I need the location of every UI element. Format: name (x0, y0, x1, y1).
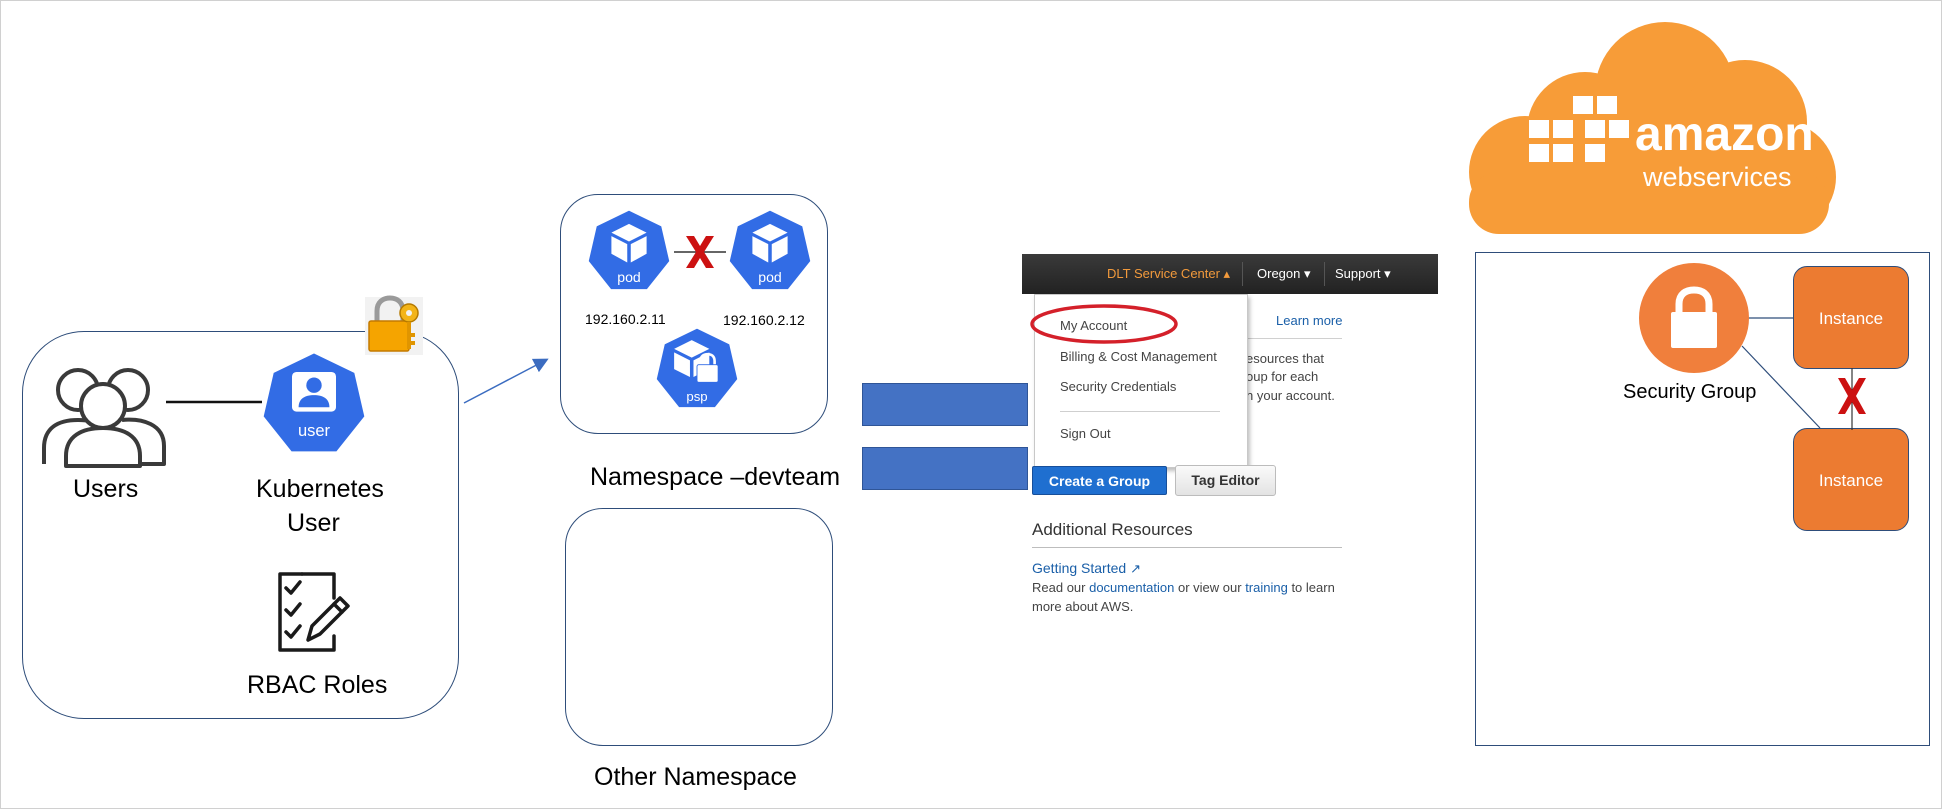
desc-to-learn: to learn (1287, 580, 1335, 595)
users-icon (42, 368, 166, 468)
instance-box-1: Instance (1793, 266, 1909, 369)
pod-icon-1: pod (586, 208, 672, 291)
psp-icon: psp (654, 326, 740, 409)
console-divider (1246, 338, 1342, 339)
other-namespace-label: Other Namespace (594, 763, 797, 791)
pod1-text: pod (617, 269, 641, 285)
additional-resources-heading: Additional Resources (1032, 520, 1193, 539)
rbac-roles-label: RBAC Roles (247, 671, 388, 699)
flow-arrow (463, 358, 549, 404)
resources-divider (1032, 547, 1342, 548)
other-namespace-box (565, 508, 833, 746)
aws-logo-word2: webservices (1642, 162, 1792, 192)
security-group-label: Security Group (1623, 381, 1757, 403)
sign-out-item[interactable]: Sign Out (1060, 426, 1111, 441)
learn-more-link[interactable]: Learn more (1276, 313, 1342, 328)
navbar-separator (1324, 262, 1325, 286)
external-link-icon: ↗ (1130, 561, 1141, 576)
users-label: Users (73, 475, 139, 503)
kubernetes-user-label-line2: User (287, 509, 340, 537)
service-center-menu[interactable]: DLT Service Center ▴ (1107, 266, 1230, 282)
instance-box-2: Instance (1793, 428, 1909, 531)
tag-editor-button[interactable]: Tag Editor (1175, 465, 1276, 496)
pod2-text: pod (758, 269, 782, 285)
aws-console-navbar: DLT Service Center ▴ Oregon ▾ Support ▾ (1022, 254, 1438, 294)
billing-item[interactable]: Billing & Cost Management (1060, 349, 1217, 364)
desc-or-view: or view our (1174, 580, 1246, 595)
psp-text: psp (686, 389, 707, 404)
documentation-link[interactable]: documentation (1089, 580, 1174, 595)
users-to-user-connector (166, 400, 262, 404)
create-group-button[interactable]: Create a Group (1032, 466, 1167, 495)
equals-bar-bottom (862, 447, 1028, 490)
equals-bar-top (862, 383, 1028, 426)
security-credentials-item[interactable]: Security Credentials (1060, 379, 1176, 394)
getting-started-link[interactable]: Getting Started ↗ (1032, 560, 1141, 577)
kubernetes-user-icon: user (261, 350, 367, 454)
training-link[interactable]: training (1245, 580, 1288, 595)
resources-description-line2: more about AWS. (1032, 599, 1134, 614)
partial-description-2: oup for each (1246, 369, 1319, 384)
region-menu[interactable]: Oregon ▾ (1257, 266, 1311, 282)
support-menu[interactable]: Support ▾ (1335, 266, 1391, 282)
namespace-devteam-label: Namespace –devteam (590, 463, 841, 491)
partial-description-1: esources that (1246, 351, 1325, 366)
navbar-separator (1242, 262, 1243, 286)
aws-cloud-logo: amazon webservices (1469, 22, 1836, 234)
dropdown-divider (1060, 411, 1220, 412)
pod-icon-2: pod (727, 208, 813, 291)
diagram-canvas: Users user Kubernetes User RBAC Roles po… (0, 0, 1944, 811)
pod1-ip-label: 192.160.2.11 (585, 311, 666, 327)
my-account-highlight (1030, 304, 1178, 344)
rbac-checklist-icon (278, 572, 350, 652)
instance-deny-connector (1838, 368, 1866, 430)
aws-logo-word1: amazon (1635, 108, 1814, 161)
lock-key-icon (365, 295, 423, 355)
getting-started-text[interactable]: Getting Started (1032, 560, 1126, 576)
partial-description-3: n your account. (1246, 388, 1335, 403)
kubernetes-user-label-line1: Kubernetes (256, 475, 384, 503)
resources-description-line1: Read our documentation or view our train… (1032, 580, 1335, 595)
desc-read-our: Read our (1032, 580, 1090, 595)
pod-deny-connector (674, 236, 726, 268)
security-group-icon (1639, 263, 1749, 373)
user-icon-text: user (298, 422, 331, 440)
